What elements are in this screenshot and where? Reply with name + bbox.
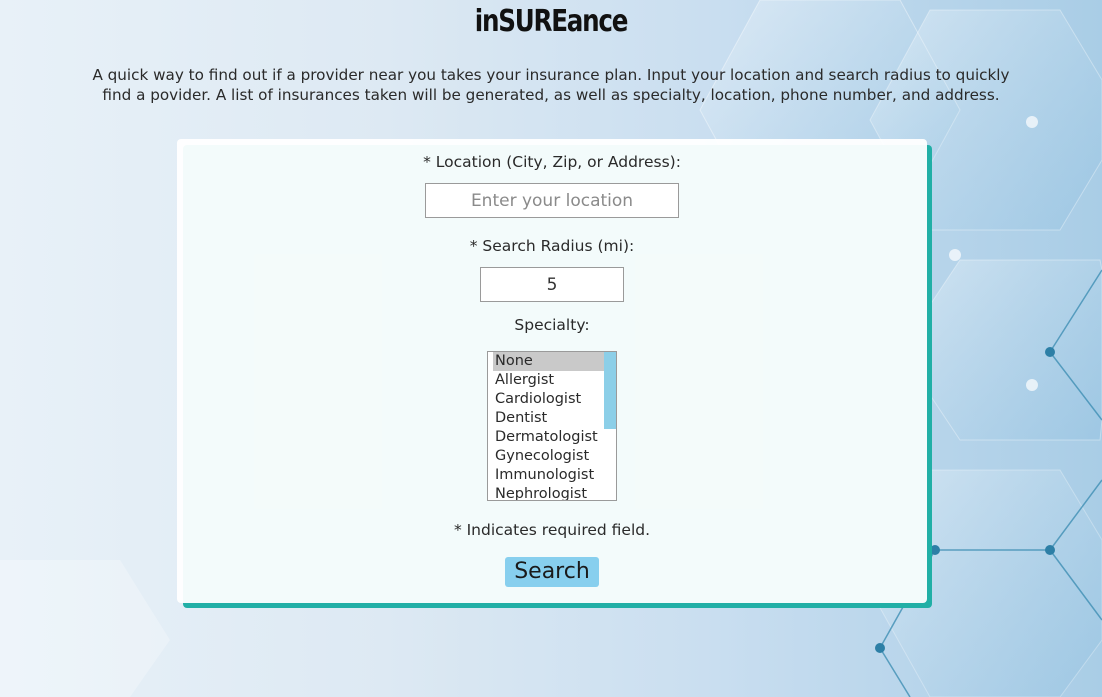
specialty-option-allergist[interactable]: Allergist xyxy=(488,371,604,390)
specialty-label: Specialty: xyxy=(514,316,590,334)
radius-label: * Search Radius (mi): xyxy=(469,237,635,255)
page: inSUREance A quick way to find out if a … xyxy=(0,0,1102,697)
specialty-option-none[interactable]: None xyxy=(493,352,604,371)
specialty-option-dermatologist[interactable]: Dermatologist xyxy=(488,428,604,447)
location-input[interactable] xyxy=(425,183,679,218)
specialty-listbox[interactable]: None Allergist Cardiologist Dentist Derm… xyxy=(487,351,617,501)
radius-input[interactable] xyxy=(480,267,624,302)
location-label: * Location (City, Zip, or Address): xyxy=(423,153,681,171)
specialty-option-cardiologist[interactable]: Cardiologist xyxy=(488,390,604,409)
specialty-option-dentist[interactable]: Dentist xyxy=(488,409,604,428)
search-button[interactable]: Search xyxy=(505,557,599,587)
intro-text: A quick way to find out if a provider ne… xyxy=(92,66,1010,104)
specialty-option-immunologist[interactable]: Immunologist xyxy=(488,466,604,485)
specialty-scrollbar-thumb[interactable] xyxy=(604,352,616,429)
specialty-option-nephrologist[interactable]: Nephrologist xyxy=(488,485,604,500)
specialty-option-gynecologist[interactable]: Gynecologist xyxy=(488,447,604,466)
specialty-scrollbar[interactable] xyxy=(604,352,616,500)
search-form-card: * Location (City, Zip, or Address): * Se… xyxy=(177,139,927,603)
app-title: inSUREance xyxy=(474,4,629,39)
specialty-options: None Allergist Cardiologist Dentist Derm… xyxy=(488,352,604,500)
required-note: * Indicates required field. xyxy=(453,521,651,539)
